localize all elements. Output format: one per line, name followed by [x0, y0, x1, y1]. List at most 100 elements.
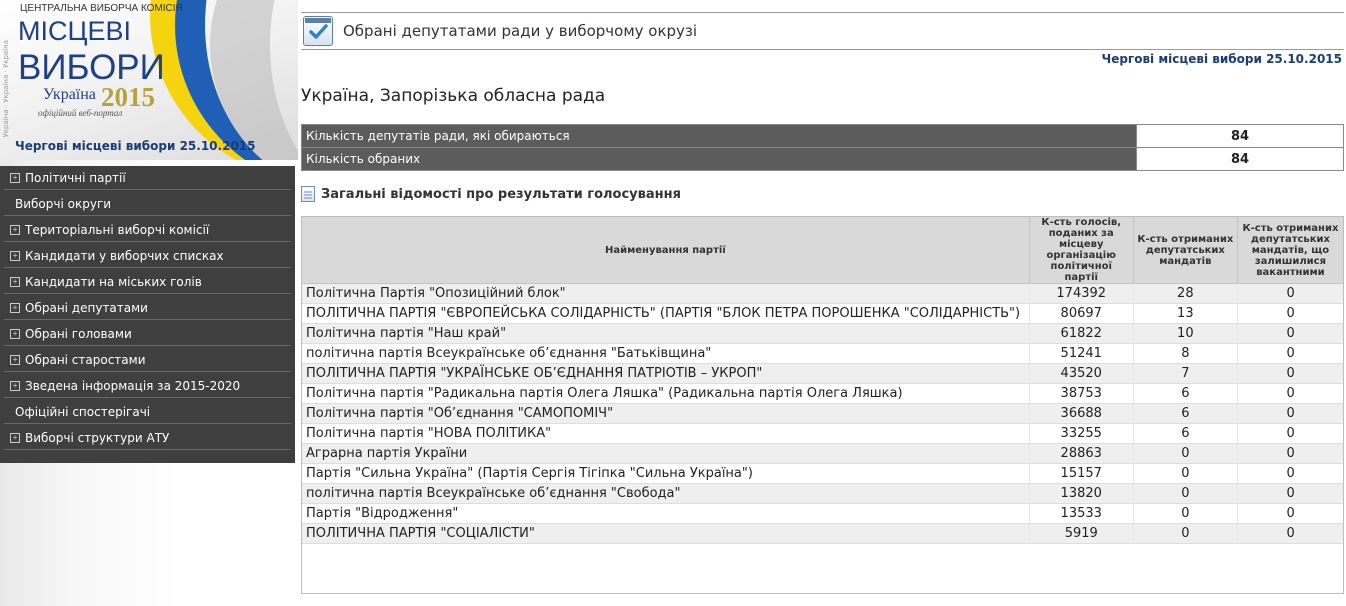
results-heading: Загальні відомості про результати голосу…: [301, 186, 681, 202]
table-row: ПОЛІТИЧНА ПАРТІЯ "ЄВРОПЕЙСЬКА СОЛІДАРНІС…: [301, 303, 1344, 324]
party-cell: Політична партія "Радикальна партія Олег…: [301, 383, 1030, 404]
banner-title-line1: МІСЦЕВІ: [18, 16, 131, 46]
sidebar-item-label: Політичні партії: [25, 170, 126, 185]
mandates-cell: 6: [1132, 383, 1238, 404]
banner-country: Україна: [43, 86, 96, 103]
party-cell: політична партія Всеукраїнське об’єднанн…: [301, 343, 1030, 364]
vacant-cell: 0: [1236, 283, 1344, 304]
mandates-cell: 28: [1132, 283, 1238, 304]
sidebar-item[interactable]: + Політичні партії: [4, 166, 291, 190]
mandates-cell: 6: [1132, 403, 1238, 424]
mandates-cell: 6: [1132, 423, 1238, 444]
mandates-cell: 8: [1132, 343, 1238, 364]
votes-cell: 43520: [1028, 363, 1134, 384]
expand-icon: +: [10, 354, 20, 365]
summary-row: Кількість депутатів ради, які обираються…: [301, 124, 1344, 148]
results-heading-text: Загальні відомості про результати голосу…: [321, 186, 681, 202]
election-label: Чергові місцеві вибори 25.10.2015: [1101, 52, 1343, 66]
votes-cell: 51241: [1028, 343, 1134, 364]
banner-vertical-text: Україна · Україна · Україна: [2, 40, 10, 138]
votes-cell: 13533: [1028, 503, 1134, 524]
vacant-cell: 0: [1236, 363, 1344, 384]
party-cell: політична партія Всеукраїнське об’єднанн…: [301, 483, 1030, 504]
sidebar-item[interactable]: + Виборчі структури АТУ: [4, 426, 291, 450]
region-title: Україна, Запорізька обласна рада: [301, 86, 606, 106]
table-row: Політична партія "НОВА ПОЛІТИКА" 33255 6 0: [301, 423, 1344, 444]
party-cell: ПОЛІТИЧНА ПАРТІЯ "УКРАЇНСЬКЕ ОБ’ЄДНАННЯ …: [301, 363, 1030, 384]
vacant-cell: 0: [1236, 323, 1344, 344]
page-title: Обрані депутатами ради у виборчому окруз…: [343, 22, 698, 40]
mandates-cell: 0: [1132, 483, 1238, 504]
summary-label: Кількість обраних: [301, 147, 1137, 171]
table-row: ПОЛІТИЧНА ПАРТІЯ "СОЦІАЛІСТИ" 5919 0 0: [301, 523, 1344, 544]
sidebar-item-label: Територіальні виборчі комісії: [25, 222, 210, 237]
expand-icon: +: [10, 302, 20, 313]
party-cell: ПОЛІТИЧНА ПАРТІЯ "СОЦІАЛІСТИ": [301, 523, 1030, 544]
votes-cell: 13820: [1028, 483, 1134, 504]
summary-row: Кількість обраних 84: [301, 147, 1344, 171]
banner-election-link[interactable]: Чергові місцеві вибори 25.10.2015: [15, 139, 256, 153]
votes-cell: 5919: [1028, 523, 1134, 544]
sidebar-item[interactable]: Виборчі округи: [4, 192, 291, 216]
expand-icon: +: [10, 172, 20, 183]
summary-value: 84: [1136, 147, 1344, 171]
party-cell: Аграрна партія України: [301, 443, 1030, 464]
sidebar-item-label: Обрані депутатами: [25, 300, 148, 315]
vacant-cell: 0: [1236, 463, 1344, 484]
mandates-cell: 0: [1132, 523, 1238, 544]
votes-cell: 28863: [1028, 443, 1134, 464]
column-header-mandates: К-сть отриманих депутатських мандатів: [1132, 216, 1238, 284]
table-row: ПОЛІТИЧНА ПАРТІЯ "УКРАЇНСЬКЕ ОБ’ЄДНАННЯ …: [301, 363, 1344, 384]
sidebar-item-label: Обрані старостами: [25, 352, 146, 367]
table-row: Політична Партія "Опозиційний блок" 17439…: [301, 283, 1344, 304]
sidebar-item-label: Обрані головами: [25, 326, 132, 341]
sidebar-item-label: Кандидати на міських голів: [25, 274, 202, 289]
sidebar-item-label: Кандидати у виборчих списках: [25, 248, 224, 263]
banner-subtitle: офіційний веб-портал: [38, 108, 123, 118]
document-icon: [301, 186, 315, 202]
expand-icon: +: [10, 328, 20, 339]
sidebar-menu: + Політичні партії Виборчі округи + Територі…: [0, 166, 295, 463]
sidebar-item[interactable]: + Обрані головами: [4, 322, 291, 346]
votes-cell: 174392: [1028, 283, 1134, 304]
mandates-cell: 0: [1132, 463, 1238, 484]
votes-cell: 80697: [1028, 303, 1134, 324]
sidebar-item[interactable]: + Обрані старостами: [4, 348, 291, 372]
party-cell: Партія "Сильна Україна" (Партія Сергія Т…: [301, 463, 1030, 484]
party-cell: ПОЛІТИЧНА ПАРТІЯ "ЄВРОПЕЙСЬКА СОЛІДАРНІС…: [301, 303, 1030, 324]
sidebar-item[interactable]: + Кандидати на міських голів: [4, 270, 291, 294]
expand-icon: +: [10, 380, 20, 391]
party-cell: Політична партія "Наш край": [301, 323, 1030, 344]
table-row: Аграрна партія України 28863 0 0: [301, 443, 1344, 464]
expand-icon: +: [10, 432, 20, 443]
expand-icon: +: [10, 276, 20, 287]
sidebar-item[interactable]: + Зведена інформація за 2015-2020: [4, 374, 291, 398]
vacant-cell: 0: [1236, 303, 1344, 324]
summary-label: Кількість депутатів ради, які обираються: [301, 124, 1137, 148]
sidebar-item[interactable]: + Обрані депутатами: [4, 296, 291, 320]
expand-icon: +: [10, 224, 20, 235]
vacant-cell: 0: [1236, 343, 1344, 364]
column-header-vacant: К-сть отриманих депутатських мандатів, щ…: [1236, 216, 1345, 284]
left-column: Україна · Україна · Україна ЦЕНТРАЛЬНА В…: [0, 0, 298, 606]
mandates-cell: 13: [1132, 303, 1238, 324]
mandates-cell: 0: [1132, 503, 1238, 524]
checkbox-icon: [303, 16, 333, 46]
vacant-cell: 0: [1236, 503, 1344, 524]
column-header-party: Найменування партії: [301, 216, 1030, 284]
table-row: політична партія Всеукраїнське об’єднанн…: [301, 343, 1344, 364]
expand-icon: +: [10, 250, 20, 261]
votes-cell: 36688: [1028, 403, 1134, 424]
table-row: Партія "Сильна Україна" (Партія Сергія Т…: [301, 463, 1344, 484]
votes-cell: 33255: [1028, 423, 1134, 444]
sidebar-item[interactable]: Офіційні спостерігачі: [4, 400, 291, 424]
site-banner[interactable]: Україна · Україна · Україна ЦЕНТРАЛЬНА В…: [0, 0, 298, 160]
vacant-cell: 0: [1236, 443, 1344, 464]
sidebar-item[interactable]: + Кандидати у виборчих списках: [4, 244, 291, 268]
banner-swoosh-blue: [175, 0, 298, 160]
results-table: Найменування партії К-сть голосів, подан…: [301, 216, 1345, 544]
mandates-cell: 7: [1132, 363, 1238, 384]
vacant-cell: 0: [1236, 483, 1344, 504]
vacant-cell: 0: [1236, 403, 1344, 424]
sidebar-item[interactable]: + Територіальні виборчі комісії: [4, 218, 291, 242]
